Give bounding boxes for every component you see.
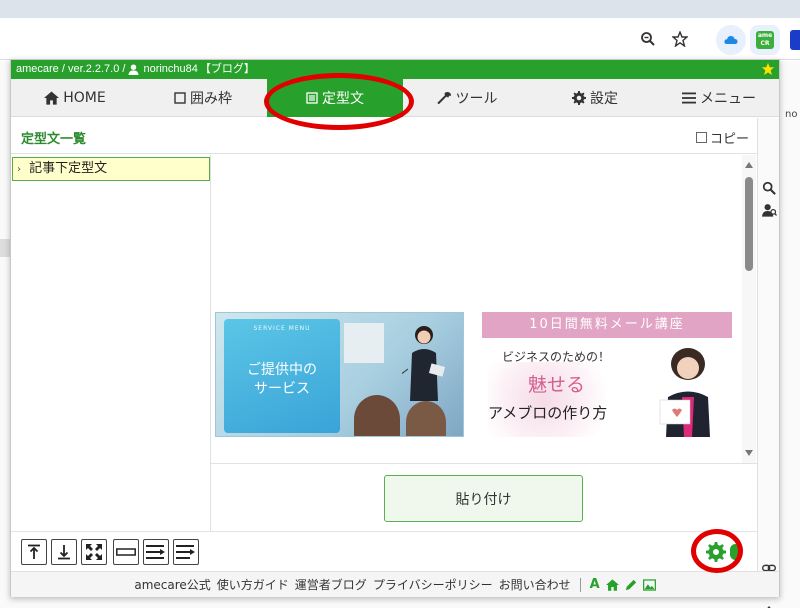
- service-menu-banner[interactable]: SERVICE MENU ご提供中の サービス: [215, 312, 464, 437]
- chevron-right-icon: ›: [17, 164, 21, 175]
- service-card: SERVICE MENU ご提供中の サービス: [224, 319, 340, 433]
- gear-icon: [706, 542, 726, 562]
- footer-divider: [579, 577, 581, 592]
- username: norinchu84: [143, 63, 198, 75]
- tab-templates[interactable]: 定型文: [267, 79, 403, 117]
- presentation-screen: [344, 323, 384, 363]
- footer-link-blog[interactable]: 運営者ブログ: [295, 576, 367, 593]
- mail-course-line2: 魅せる: [528, 374, 586, 396]
- tab-frame[interactable]: 囲み枠: [139, 79, 267, 117]
- user-search-icon[interactable]: [761, 202, 777, 218]
- audience-figure: [406, 401, 446, 436]
- swap-lines-icon: [146, 545, 165, 559]
- footer-link-privacy[interactable]: プライバシーポリシー: [373, 576, 493, 593]
- wrap-lines-button[interactable]: [173, 539, 199, 565]
- browser-tab-strip: [0, 0, 800, 18]
- amecare-badge: ame CR: [756, 31, 774, 49]
- right-rail: [757, 118, 779, 608]
- panel-footer: amecare公式 使い方ガイド 運営者ブログ プライバシーポリシー お問い合わ…: [11, 571, 779, 597]
- copy-checkbox[interactable]: コピー: [695, 128, 749, 147]
- paste-button[interactable]: 貼り付け: [384, 475, 583, 522]
- user-icon: [128, 63, 140, 76]
- scroll-down-icon[interactable]: [744, 449, 754, 457]
- pencil-icon[interactable]: [625, 579, 637, 591]
- blog-label: 【ブログ】: [199, 63, 255, 75]
- font-icon[interactable]: A: [590, 577, 600, 592]
- blue-extension-icon[interactable]: [790, 30, 800, 50]
- copy-checkbox-box[interactable]: [695, 132, 707, 143]
- browser-toolbar: ame CR: [0, 18, 800, 60]
- wrench-icon: [437, 91, 451, 104]
- zoom-icon[interactable]: [637, 28, 659, 50]
- home-icon: [44, 91, 60, 105]
- settings-gear-button[interactable]: [704, 540, 728, 564]
- home-icon[interactable]: [605, 578, 619, 591]
- mail-course-line3: アメブロの作り方: [488, 404, 608, 422]
- tab-menu[interactable]: メニュー: [659, 79, 779, 117]
- background-thumbnail: [0, 239, 10, 257]
- swap-lines-button[interactable]: [143, 539, 169, 565]
- background-text-fragment: no: [785, 109, 798, 120]
- amecare-panel: amecare / ver.2.2.7.0 / norinchu84 【ブログ】…: [10, 59, 780, 608]
- woman-figure: [659, 348, 710, 437]
- template-tree: › 記事下定型文: [11, 155, 211, 531]
- amecare-extension-icon[interactable]: ame CR: [750, 25, 780, 55]
- move-bottom-button[interactable]: [51, 539, 77, 565]
- service-card-line2: サービス: [254, 381, 310, 397]
- arrow-to-bottom-icon: [58, 545, 70, 560]
- toggle-indicator[interactable]: [730, 544, 741, 560]
- tab-home-label: HOME: [63, 90, 106, 106]
- footer-link-contact[interactable]: お問い合わせ: [499, 576, 571, 593]
- template-preview[interactable]: SERVICE MENU ご提供中の サービス 10日間無料メール講座 ビジネス…: [211, 155, 757, 463]
- tab-tools-label: ツール: [455, 91, 498, 107]
- template-list-title: 定型文一覧: [21, 132, 87, 147]
- tab-menu-label: メニュー: [700, 91, 756, 107]
- tab-home[interactable]: HOME: [11, 79, 139, 117]
- expand-button[interactable]: [81, 539, 107, 565]
- expand-icon: [86, 544, 102, 560]
- horizontal-rule-button[interactable]: [113, 539, 139, 565]
- list-header: 定型文一覧 コピー: [11, 118, 779, 154]
- favorite-star-icon[interactable]: [761, 62, 775, 76]
- tree-item[interactable]: › 記事下定型文: [12, 157, 210, 181]
- audience-figure: [354, 395, 400, 436]
- panel-title-text: amecare / ver.2.2.7.0 /: [16, 63, 126, 75]
- mail-course-line1: ビジネスのための！: [502, 350, 611, 364]
- tab-tools[interactable]: ツール: [403, 79, 531, 117]
- service-card-line1: ご提供中の: [247, 362, 317, 378]
- tab-settings-label: 設定: [590, 91, 618, 107]
- main-nav: HOME 囲み枠 定型文 ツール 設定 メニュー: [11, 79, 779, 117]
- preview-scrollbar[interactable]: [742, 155, 756, 463]
- panel-title-bar[interactable]: amecare / ver.2.2.7.0 / norinchu84 【ブログ】: [11, 60, 779, 79]
- paste-area: 貼り付け: [211, 463, 757, 531]
- bookmark-star-icon[interactable]: [669, 28, 691, 50]
- wrap-lines-icon: [176, 545, 195, 559]
- footer-link-official[interactable]: amecare公式: [134, 576, 210, 593]
- upload-icon[interactable]: [761, 604, 777, 608]
- horizontal-rule-icon: [116, 548, 136, 556]
- mail-course-header: 10日間無料メール講座: [482, 312, 732, 338]
- square-icon: [174, 92, 186, 104]
- tab-settings[interactable]: 設定: [531, 79, 659, 117]
- tab-templates-label: 定型文: [322, 91, 364, 107]
- move-top-button[interactable]: [21, 539, 47, 565]
- hamburger-icon: [682, 92, 696, 104]
- tree-item-label: 記事下定型文: [29, 161, 108, 176]
- copy-checkbox-label: コピー: [709, 132, 749, 147]
- gear-icon: [572, 91, 586, 105]
- list-icon: [306, 92, 318, 104]
- bottom-toolbar: [11, 531, 757, 571]
- footer-link-guide[interactable]: 使い方ガイド: [217, 576, 289, 593]
- image-icon[interactable]: [642, 578, 656, 591]
- cloud-extension-icon[interactable]: [716, 25, 746, 55]
- presenter-figure: [402, 326, 446, 401]
- scroll-up-icon[interactable]: [744, 161, 754, 169]
- search-icon[interactable]: [761, 180, 777, 196]
- arrow-to-top-icon: [28, 544, 40, 559]
- tab-frame-label: 囲み枠: [190, 91, 232, 107]
- service-card-sub: SERVICE MENU: [253, 325, 311, 332]
- mail-course-banner[interactable]: 10日間無料メール講座 ビジネスのための！ 魅せる アメブロの作り方: [482, 312, 732, 437]
- scroll-thumb[interactable]: [745, 177, 753, 271]
